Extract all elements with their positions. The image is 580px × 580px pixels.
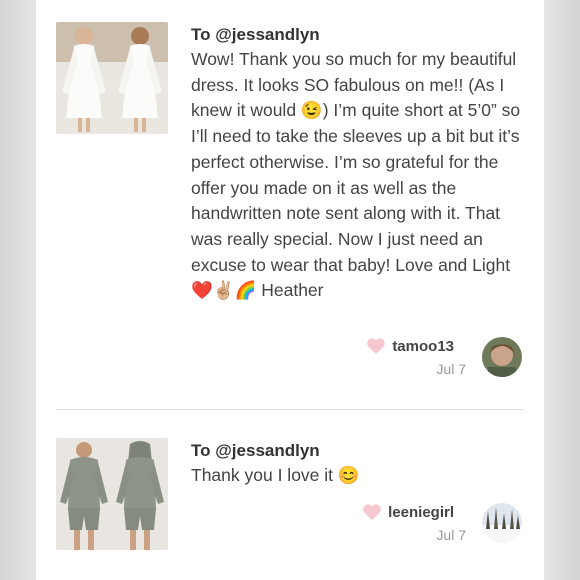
romper-back-image [112,438,168,550]
heart-icon[interactable] [362,503,382,521]
dress-back-image [112,22,168,134]
review-author-row: tamoo13 [366,337,454,355]
right-edge [544,0,580,580]
reviews-card: To @jessandlyn Wow! Thank you so much fo… [36,0,544,580]
review-recipient[interactable]: To @jessandlyn [191,441,320,461]
product-thumbnail-gray-romper[interactable] [56,438,168,550]
review-recipient[interactable]: To @jessandlyn [191,25,320,45]
review-divider [56,409,524,410]
user-photo [482,503,522,543]
author-username[interactable]: tamoo13 [392,338,454,355]
author-username[interactable]: leeniegirl [388,504,454,521]
product-thumbnail-white-dress[interactable] [56,22,168,134]
review-date: Jul 7 [436,527,466,543]
avatar[interactable] [482,337,522,377]
user-photo [482,337,522,377]
romper-front-image [56,438,112,550]
dress-front-image [56,22,112,134]
avatar[interactable] [482,503,522,543]
review-text: Thank you I love it 😊 [191,465,360,485]
review-text: Wow! Thank you so much for my beautiful … [191,49,521,301]
heart-icon[interactable] [366,337,386,355]
left-edge [0,0,36,580]
review-author-row: leeniegirl [362,503,454,521]
review-date: Jul 7 [436,361,466,377]
